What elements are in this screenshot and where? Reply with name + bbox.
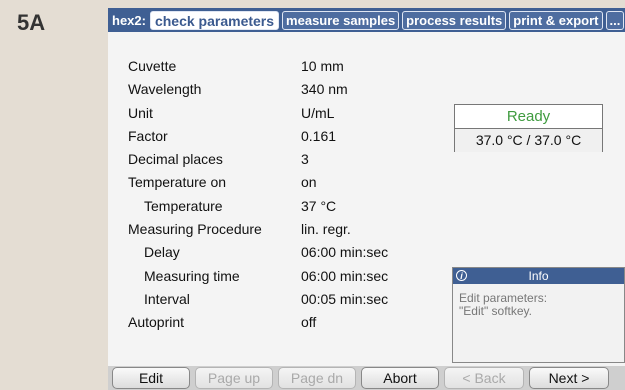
param-value: 00:05 min:sec (301, 290, 389, 307)
param-label: Interval (144, 290, 190, 307)
info-title: Info (528, 269, 549, 283)
softkey-bar: Edit Page up Page dn Abort < Back Next > (108, 366, 625, 390)
param-row-delay[interactable]: Delay 06:00 min:sec (128, 244, 428, 267)
param-value: off (301, 314, 317, 331)
param-row-cuvette[interactable]: Cuvette 10 mm (128, 58, 428, 81)
param-value: 37 °C (301, 197, 337, 214)
info-header: i Info (453, 268, 624, 284)
param-row-temperature[interactable]: Temperature 37 °C (128, 198, 428, 221)
param-label: Decimal places (128, 151, 223, 168)
param-label: Cuvette (128, 58, 177, 74)
parameter-list: Cuvette 10 mm Wavelength 340 nm Unit U/m… (128, 58, 428, 338)
tab-process-results[interactable]: process results (402, 10, 507, 30)
param-value: 3 (301, 151, 309, 168)
param-row-wavelength[interactable]: Wavelength 340 nm (128, 81, 428, 104)
next-button[interactable]: Next > (529, 367, 609, 389)
info-text: Edit parameters: "Edit" softkey. (453, 284, 624, 318)
tab-more[interactable]: ... (605, 10, 625, 30)
temperature-readout: 37.0 °C / 37.0 °C (455, 129, 602, 152)
tab-measure-samples[interactable]: measure samples (282, 10, 400, 30)
param-label: Temperature on (128, 174, 227, 191)
param-value: U/mL (301, 104, 335, 121)
page-down-button[interactable]: Page dn (278, 367, 356, 389)
info-panel: i Info Edit parameters: "Edit" softkey. (452, 267, 625, 363)
param-value: 0.161 (301, 127, 337, 144)
edit-button[interactable]: Edit (112, 367, 190, 389)
param-row-temperature-on[interactable]: Temperature on on (128, 174, 428, 197)
tab-check-parameters[interactable]: check parameters (149, 10, 280, 30)
device-screen: hex2: check parameters measure samples p… (108, 8, 625, 390)
page-up-button[interactable]: Page up (195, 367, 273, 389)
param-row-measuring-procedure[interactable]: Measuring Procedure lin. regr. (128, 221, 428, 244)
info-text-line: "Edit" softkey. (459, 304, 532, 318)
param-row-measuring-time[interactable]: Measuring time 06:00 min:sec (128, 268, 428, 291)
param-value: 06:00 min:sec (301, 244, 389, 261)
figure-label: 5A (17, 10, 46, 35)
param-label: Measuring time (144, 267, 240, 284)
param-value: 10 mm (301, 58, 344, 74)
status-state: Ready (455, 105, 602, 129)
param-label: Factor (128, 127, 168, 144)
device-prefix: hex2: (112, 12, 146, 28)
param-row-decimal-places[interactable]: Decimal places 3 (128, 151, 428, 174)
info-icon: i (456, 270, 467, 281)
status-box: Ready 37.0 °C / 37.0 °C (454, 104, 603, 152)
param-value: 06:00 min:sec (301, 267, 389, 284)
param-row-factor[interactable]: Factor 0.161 (128, 128, 428, 151)
param-label: Measuring Procedure (128, 221, 262, 238)
param-row-interval[interactable]: Interval 00:05 min:sec (128, 291, 428, 314)
param-label: Unit (128, 104, 153, 121)
param-label: Wavelength (128, 81, 202, 98)
param-value: 340 nm (301, 81, 348, 98)
abort-button[interactable]: Abort (361, 367, 439, 389)
param-row-unit[interactable]: Unit U/mL (128, 105, 428, 128)
back-button[interactable]: < Back (444, 367, 524, 389)
tab-bar: hex2: check parameters measure samples p… (108, 8, 625, 32)
param-row-autoprint[interactable]: Autoprint off (128, 314, 428, 337)
param-value: on (301, 174, 317, 191)
param-label: Autoprint (128, 314, 185, 331)
param-label: Temperature (144, 197, 223, 214)
param-value: lin. regr. (301, 221, 351, 238)
tab-print-export[interactable]: print & export (509, 10, 603, 30)
param-label: Delay (144, 244, 180, 261)
